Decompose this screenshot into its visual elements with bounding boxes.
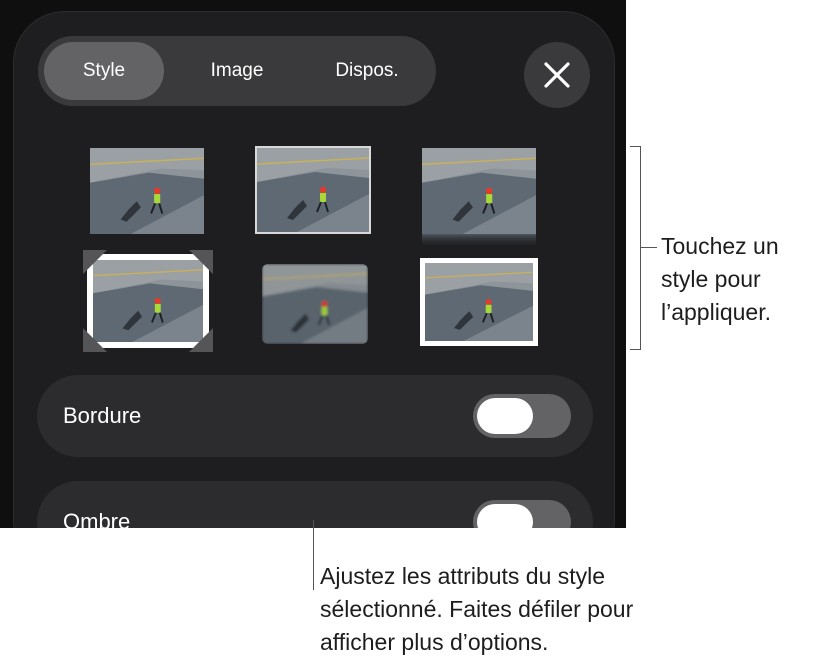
tab-arrange[interactable]: Dispos. (304, 42, 430, 100)
style-thumb-photo-corners[interactable] (83, 250, 213, 352)
tab-image[interactable]: Image (174, 42, 300, 100)
styles-bracket (640, 146, 641, 350)
format-panel: Style Image Dispos. Bordure Ombre (13, 11, 615, 528)
callout-line: Touchez un (661, 233, 779, 259)
style-thumb-reflection[interactable] (422, 148, 536, 248)
border-label: Bordure (63, 403, 142, 428)
border-row: Bordure (37, 375, 593, 457)
styles-callout-line (641, 247, 657, 248)
tab-segmented-control: Style Image Dispos. (38, 36, 436, 106)
callout-line: Ajustez les attributs du style (320, 563, 606, 589)
callout-line: l’appliquer. (661, 299, 771, 325)
close-button[interactable] (524, 42, 590, 108)
style-thumb-plain[interactable] (90, 148, 204, 234)
shadow-toggle[interactable] (473, 500, 571, 528)
callout-line: afficher plus d’options. (320, 629, 549, 655)
styles-bracket-top (630, 146, 641, 147)
shadow-row: Ombre (37, 481, 593, 528)
screen: Style Image Dispos. Bordure Ombre (0, 0, 626, 528)
styles-bracket-bottom (630, 349, 641, 350)
style-thumb-thin-border[interactable] (255, 146, 371, 234)
border-toggle[interactable] (473, 394, 571, 438)
shadow-label: Ombre (63, 509, 131, 528)
toggle-knob (477, 504, 533, 528)
toggle-knob (477, 398, 533, 434)
close-icon (544, 62, 570, 88)
attrs-callout-line (313, 520, 314, 590)
callout-line: sélectionné. Faites défiler pour (320, 596, 634, 622)
attrs-callout-text: Ajustez les attributs du style sélection… (320, 560, 633, 659)
styles-callout-text: Touchez un style pour l’appliquer. (661, 230, 779, 329)
style-thumb-soft-edge[interactable] (262, 264, 368, 344)
style-thumb-thick-border[interactable] (420, 258, 538, 346)
tab-style[interactable]: Style (44, 42, 164, 100)
callout-line: style pour (661, 266, 761, 292)
